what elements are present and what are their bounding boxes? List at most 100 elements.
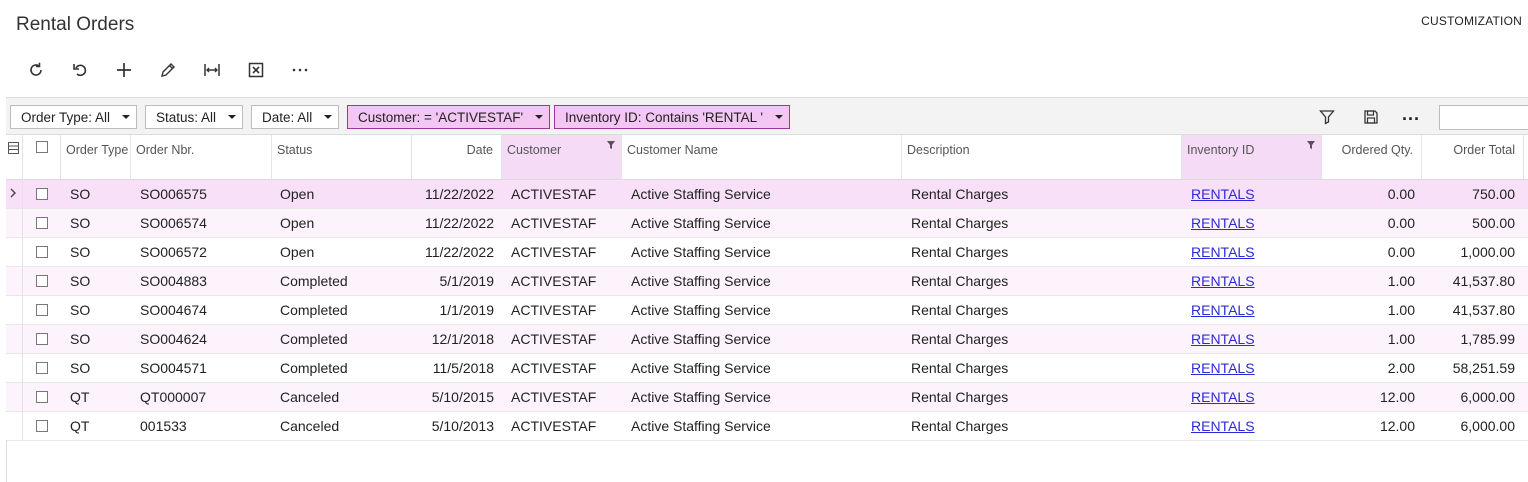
cell-customer-name: Active Staffing Service: [631, 273, 771, 289]
row-select-checkbox[interactable]: [36, 333, 48, 345]
filter-inventory-id[interactable]: Inventory ID: Contains 'RENTAL ': [554, 105, 790, 129]
column-settings-icon: [8, 142, 19, 154]
row-select-checkbox[interactable]: [36, 420, 48, 432]
column-header-status[interactable]: Status: [272, 135, 412, 179]
table-row[interactable]: SO SO006574 Open 11/22/2022 ACTIVESTAF Active…: [6, 209, 1528, 238]
filter-date[interactable]: Date: All: [251, 105, 340, 129]
cell-order-total: 6,000.00: [1460, 418, 1516, 434]
export-excel-button[interactable]: [234, 56, 278, 84]
column-header-description[interactable]: Description: [902, 135, 1182, 179]
table-row[interactable]: QT 001533 Canceled 5/10/2013 ACTIVESTAF Activ…: [6, 412, 1528, 441]
cell-description: Rental Charges: [911, 389, 1009, 405]
filter-more-button[interactable]: ...: [1402, 104, 1420, 125]
cell-description: Rental Charges: [911, 215, 1009, 231]
cell-inventory-id: RENTALS: [1191, 354, 1321, 382]
fit-columns-button[interactable]: [190, 56, 234, 84]
filter-order-type[interactable]: Order Type: All: [10, 105, 138, 129]
column-header-ordered-qty[interactable]: Ordered Qty.: [1322, 135, 1422, 179]
cell-order-type: SO: [70, 244, 91, 260]
cell-customer-name: Active Staffing Service: [631, 331, 771, 347]
cell-ordered-qty: 1.00: [1387, 273, 1415, 289]
table-row[interactable]: SO SO006575 Open 11/22/2022 ACTIVESTAF Active…: [6, 180, 1528, 209]
filter-settings-button[interactable]: [1316, 106, 1338, 128]
cell-order-nbr: QT000007: [140, 389, 207, 405]
inventory-id-link[interactable]: RENTALS: [1191, 418, 1255, 434]
row-select-checkbox[interactable]: [36, 362, 48, 374]
search-input[interactable]: [1439, 105, 1528, 130]
table-row[interactable]: QT QT000007 Canceled 5/10/2015 ACTIVESTAF Act…: [6, 383, 1528, 412]
column-settings-button[interactable]: [6, 135, 23, 179]
add-button[interactable]: [102, 56, 146, 84]
inventory-id-link[interactable]: RENTALS: [1191, 186, 1255, 202]
undo-button[interactable]: [58, 56, 102, 84]
cell-date: 5/10/2013: [431, 418, 494, 434]
rental-orders-grid: Order Type Order Nbr. Status Date Custom…: [6, 135, 1528, 441]
inventory-id-link[interactable]: RENTALS: [1191, 302, 1255, 318]
column-header-order-type[interactable]: Order Type: [61, 135, 131, 179]
row-select-checkbox[interactable]: [36, 391, 48, 403]
caret-down-icon: [228, 115, 237, 119]
table-row[interactable]: SO SO004883 Completed 5/1/2019 ACTIVESTAF Act…: [6, 267, 1528, 296]
table-row[interactable]: SO SO006572 Open 11/22/2022 ACTIVESTAF Active…: [6, 238, 1528, 267]
customization-menu[interactable]: CUSTOMIZATION: [1421, 14, 1522, 28]
refresh-button[interactable]: [14, 56, 58, 84]
cell-inventory-id: RENTALS: [1191, 412, 1321, 440]
cell-status: Canceled: [280, 389, 340, 405]
select-all-checkbox[interactable]: [36, 141, 48, 153]
cell-customer: ACTIVESTAF: [511, 215, 597, 231]
filter-status[interactable]: Status: All: [145, 105, 244, 129]
funnel-icon: [1319, 110, 1335, 125]
cell-date: 11/22/2022: [424, 215, 494, 231]
inventory-id-link[interactable]: RENTALS: [1191, 360, 1255, 376]
cell-inventory-id: RENTALS: [1191, 209, 1321, 237]
cell-date: 1/1/2019: [439, 302, 495, 318]
cell-order-total: 500.00: [1472, 215, 1515, 231]
column-header-order-total[interactable]: Order Total: [1422, 135, 1524, 179]
cell-order-type: SO: [70, 331, 91, 347]
cell-date: 11/5/2018: [432, 360, 494, 376]
inventory-id-link[interactable]: RENTALS: [1191, 244, 1255, 260]
table-row[interactable]: SO SO004571 Completed 11/5/2018 ACTIVESTAF Ac…: [6, 354, 1528, 383]
cell-ordered-qty: 0.00: [1387, 186, 1415, 202]
undo-icon: [73, 64, 87, 77]
cell-status: Completed: [280, 360, 348, 376]
grid-body: SO SO006575 Open 11/22/2022 ACTIVESTAF Active…: [6, 180, 1528, 441]
cell-ordered-qty: 12.00: [1379, 418, 1415, 434]
cell-inventory-id: RENTALS: [1191, 238, 1321, 266]
table-row[interactable]: SO SO004674 Completed 1/1/2019 ACTIVESTAF Act…: [6, 296, 1528, 325]
inventory-id-link[interactable]: RENTALS: [1191, 389, 1255, 405]
fit-width-icon: [204, 64, 220, 76]
cell-ordered-qty: 0.00: [1387, 244, 1415, 260]
inventory-id-link[interactable]: RENTALS: [1191, 215, 1255, 231]
table-row[interactable]: SO SO004624 Completed 12/1/2018 ACTIVESTAF Ac…: [6, 325, 1528, 354]
row-select-checkbox[interactable]: [36, 304, 48, 316]
page-title: Rental Orders: [16, 14, 135, 35]
column-header-order-nbr[interactable]: Order Nbr.: [131, 135, 272, 179]
column-header-inventory-id[interactable]: Inventory ID: [1182, 135, 1322, 179]
cell-order-type: SO: [70, 273, 91, 289]
cell-date: 5/10/2015: [431, 389, 494, 405]
row-select-checkbox[interactable]: [36, 217, 48, 229]
row-select-checkbox[interactable]: [36, 246, 48, 258]
column-header-customer-name[interactable]: Customer Name: [622, 135, 902, 179]
pencil-icon: [161, 63, 175, 77]
column-header-customer[interactable]: Customer: [502, 135, 622, 179]
row-select-checkbox[interactable]: [36, 188, 48, 200]
save-filter-button[interactable]: [1360, 106, 1382, 128]
column-header-date[interactable]: Date: [412, 135, 502, 179]
filter-customer[interactable]: Customer: = 'ACTIVESTAF': [347, 105, 551, 129]
inventory-id-link[interactable]: RENTALS: [1191, 273, 1255, 289]
cell-order-nbr: SO004571: [140, 360, 207, 376]
cell-order-type: SO: [70, 302, 91, 318]
cell-customer: ACTIVESTAF: [511, 273, 597, 289]
row-select-checkbox[interactable]: [36, 275, 48, 287]
inventory-id-link[interactable]: RENTALS: [1191, 331, 1255, 347]
edit-button[interactable]: [146, 56, 190, 84]
cell-order-nbr: SO004883: [140, 273, 207, 289]
cell-description: Rental Charges: [911, 331, 1009, 347]
cell-description: Rental Charges: [911, 418, 1009, 434]
more-actions-button[interactable]: [278, 56, 322, 84]
filter-label: Status: All: [156, 109, 217, 125]
cell-order-type: QT: [70, 389, 90, 405]
cell-inventory-id: RENTALS: [1191, 296, 1321, 324]
